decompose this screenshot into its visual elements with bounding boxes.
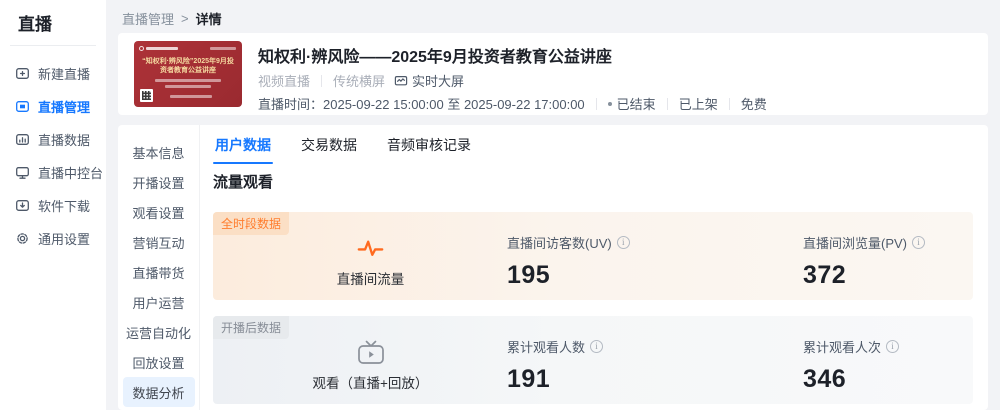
app-title: 直播 — [18, 15, 52, 34]
info-icon[interactable] — [616, 236, 630, 249]
detail-nav-start-config[interactable]: 开播设置 — [123, 167, 195, 197]
tab-audio-review[interactable]: 音频审核记录 — [385, 125, 473, 164]
tab-trade-data[interactable]: 交易数据 — [299, 125, 359, 164]
detail-nav-watch-config[interactable]: 观看设置 — [123, 197, 195, 227]
sidebar-item-live-data[interactable]: 直播数据 — [0, 123, 106, 156]
section-title: 流量观看 — [213, 174, 274, 191]
settings-icon — [15, 231, 30, 246]
pulse-icon — [308, 235, 433, 262]
watch-label: 观看（直播+回放） — [312, 376, 429, 391]
status-ended: 已结束 — [616, 97, 656, 112]
qr-code — [140, 89, 153, 102]
metric-views: 累计观看人次 346 — [803, 337, 900, 394]
detail-nav-marketing[interactable]: 营销互动 — [123, 227, 195, 257]
metric-label-row: 直播间浏览量(PV) — [803, 233, 926, 252]
panel-after-broadcast-data: 开播后数据 观看（直播+回放） 累计观看人数 191 累计观看人次 — [213, 316, 973, 404]
new-live-icon — [15, 66, 30, 81]
live-type-tag: 视频直播 — [258, 74, 311, 89]
info-icon[interactable] — [590, 340, 604, 353]
sidebar-item-live-manage[interactable]: 直播管理 — [0, 90, 106, 123]
sidebar-item-label: 新建直播 — [38, 67, 91, 82]
tab-user-data[interactable]: 用户数据 — [213, 125, 273, 164]
metric-pv: 直播间浏览量(PV) 372 — [803, 233, 926, 290]
divider — [595, 97, 597, 110]
detail-nav-basic-info[interactable]: 基本信息 — [123, 137, 195, 167]
sidebar-divider — [10, 45, 96, 46]
divider — [666, 97, 668, 110]
info-icon[interactable] — [886, 340, 900, 353]
breadcrumb-current: 详情 — [195, 12, 222, 27]
breadcrumb-separator-icon: > — [181, 11, 189, 26]
watch-block: 观看（直播+回放） — [308, 339, 433, 392]
live-data-icon — [15, 132, 30, 147]
console-icon — [15, 165, 30, 180]
metric-value: 372 — [803, 261, 847, 289]
sidebar-item-label: 软件下载 — [38, 199, 91, 214]
metric-label: 累计观看人次 — [803, 340, 882, 355]
divider — [728, 97, 730, 110]
panel-badge: 开播后数据 — [213, 316, 290, 339]
metric-label-row: 直播间访客数(UV) — [507, 233, 630, 252]
metric-viewers: 累计观看人数 191 — [507, 337, 604, 394]
detail-card: 基本信息 开播设置 观看设置 营销互动 直播带货 用户运营 运营自动化 回放设置… — [118, 125, 988, 410]
status-dot — [607, 101, 612, 106]
sidebar-item-label: 直播管理 — [38, 100, 91, 115]
detail-nav: 基本信息 开播设置 观看设置 营销互动 直播带货 用户运营 运营自动化 回放设置… — [118, 125, 200, 410]
detail-nav-user-ops[interactable]: 用户运营 — [123, 287, 195, 317]
data-tabs: 用户数据 交易数据 音频审核记录 — [213, 125, 473, 164]
metric-value: 195 — [507, 261, 551, 289]
metric-label-row: 累计观看人次 — [803, 337, 900, 356]
live-manage-icon — [15, 99, 30, 114]
metric-label: 直播间访客数(UV) — [507, 236, 612, 251]
breadcrumb: 直播管理 > 详情 — [122, 9, 222, 28]
metric-label: 直播间浏览量(PV) — [803, 236, 908, 251]
live-meta-row: 视频直播 传统横屏 实时大屏 — [258, 71, 464, 90]
detail-nav-replay[interactable]: 回放设置 — [123, 347, 195, 377]
download-icon — [15, 198, 30, 213]
live-traffic-block: 直播间流量 — [308, 235, 433, 288]
panel-all-time-data: 全时段数据 直播间流量 直播间访客数(UV) 195 直播间浏览量(PV) 37… — [213, 212, 973, 300]
status-listed: 已上架 — [678, 97, 718, 112]
realtime-dashboard-label: 实时大屏 — [412, 74, 465, 89]
detail-nav-automation[interactable]: 运营自动化 — [123, 317, 195, 347]
time-value: 2025-09-22 15:00:00 至 2025-09-22 17:00:0… — [323, 97, 585, 112]
detail-nav-data-analysis[interactable]: 数据分析 — [122, 377, 195, 407]
poster-header-text — [210, 47, 236, 50]
sidebar-item-label: 通用设置 — [38, 232, 91, 247]
time-label: 直播时间： — [258, 97, 324, 112]
poster-logo — [139, 46, 178, 51]
panel-badge: 全时段数据 — [213, 212, 290, 235]
screen-icon — [394, 74, 408, 88]
sidebar-item-settings[interactable]: 通用设置 — [0, 222, 106, 255]
divider — [321, 74, 323, 87]
breadcrumb-parent[interactable]: 直播管理 — [122, 9, 174, 28]
poster-header — [134, 41, 242, 51]
poster-footer-text — [170, 95, 212, 98]
live-time-row: 直播时间： 2025-09-22 15:00:00 至 2025-09-22 1… — [258, 94, 767, 113]
sidebar-item-new-live[interactable]: 新建直播 — [0, 57, 106, 90]
status-free: 免费 — [740, 97, 767, 112]
sidebar-item-label: 直播数据 — [38, 133, 91, 148]
sidebar-item-console[interactable]: 直播中控台 — [0, 156, 106, 189]
tv-icon — [308, 339, 433, 366]
traffic-label: 直播间流量 — [336, 272, 405, 287]
live-summary-card: “知权利·辨风险”2025年9月投资者教育公益讲座 知权利·辨风险——2025年… — [118, 33, 988, 115]
metric-label: 累计观看人数 — [507, 340, 586, 355]
metric-uv: 直播间访客数(UV) 195 — [507, 233, 630, 290]
metric-value: 191 — [507, 365, 551, 393]
poster-title: “知权利·辨风险”2025年9月投资者教育公益讲座 — [142, 58, 234, 74]
sidebar-item-download[interactable]: 软件下载 — [0, 189, 106, 222]
detail-nav-ecommerce[interactable]: 直播带货 — [123, 257, 195, 287]
live-orientation-tag: 传统横屏 — [333, 74, 386, 89]
metric-label-row: 累计观看人数 — [507, 337, 604, 356]
metric-value: 346 — [803, 365, 847, 393]
live-title: 知权利·辨风险——2025年9月投资者教育公益讲座 — [258, 49, 612, 66]
live-poster-thumbnail[interactable]: “知权利·辨风险”2025年9月投资者教育公益讲座 — [134, 41, 242, 107]
app-sidebar: 直播 新建直播 直播管理 直播数据 直播中控台 软件下载 通用设置 — [0, 0, 106, 410]
poster-subtitle-line — [165, 85, 211, 88]
info-icon[interactable] — [912, 236, 926, 249]
sidebar-item-label: 直播中控台 — [38, 166, 104, 181]
poster-subtitle-line — [155, 79, 221, 82]
realtime-dashboard-link[interactable]: 实时大屏 — [394, 71, 464, 90]
